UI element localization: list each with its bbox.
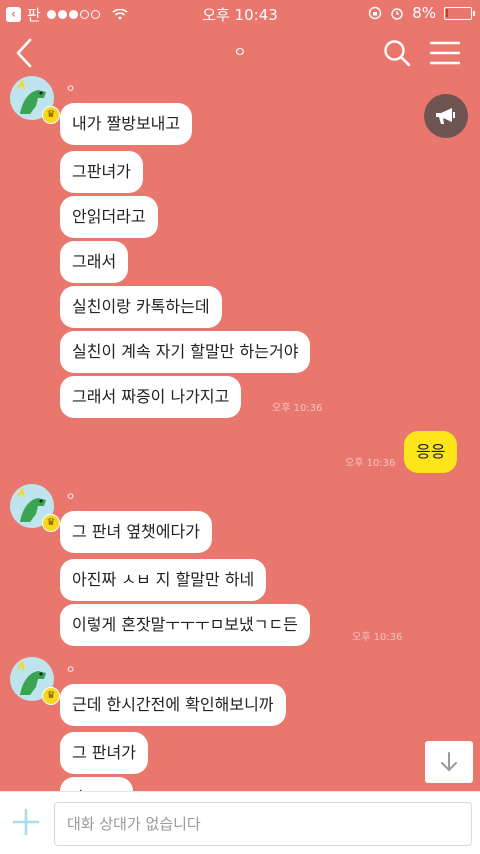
message-bubble[interactable]: 그래서 짜증이 나가지고 [60, 376, 242, 418]
message-bubble[interactable]: 내가 짤방보내고 [60, 103, 193, 145]
my-message-bubble[interactable]: 응응 [404, 431, 458, 473]
message-bubble[interactable]: 아진짜 ㅅㅂ 지 할말만 하네 [60, 559, 267, 601]
message-time: 오후 10:36 [352, 632, 403, 643]
message-bubble[interactable]: 이렇게 혼잣말ㅜㅜㅜㅁ보냈ㄱㄷ든 [60, 604, 310, 646]
rotation-lock-icon [369, 6, 382, 20]
crown-icon: ♛ [42, 687, 60, 705]
notice-button[interactable] [424, 94, 468, 138]
avatar[interactable]: ♛ [10, 484, 60, 532]
input-bar: 대화 상대가 없습니다 [0, 791, 480, 854]
status-right: 8% [368, 4, 475, 22]
search-icon[interactable] [382, 38, 412, 68]
message-bubble[interactable]: 실친이 계속 자기 할말만 하는거야 [60, 331, 311, 373]
message-bubble[interactable]: 그판녀가 [60, 151, 143, 193]
avatar[interactable]: ♛ [10, 657, 60, 705]
message-time: 오후 10:36 [345, 458, 396, 469]
message-bubble[interactable]: 안읽더라고 [60, 196, 158, 238]
crown-icon: ♛ [42, 106, 60, 124]
status-bar: ‹ 판 오후 10:43 8% [0, 0, 480, 26]
message-input[interactable]: 대화 상대가 없습니다 [54, 802, 472, 846]
message-bubble[interactable]: 실친이랑 카톡하는데 [60, 286, 222, 328]
message-time: 오후 10:36 [272, 403, 323, 414]
message-bubble[interactable]: 그래서 [60, 241, 129, 283]
arrow-down-icon [441, 752, 457, 771]
message-bubble[interactable]: 그 판녀가 [60, 732, 148, 774]
sender-name: ㅇ [66, 665, 76, 676]
battery-percent: 8% [412, 4, 436, 22]
plus-icon[interactable] [10, 806, 42, 838]
battery-icon [444, 6, 475, 20]
hamburger-icon[interactable] [430, 40, 460, 66]
sender-name: ㅇ [66, 492, 76, 503]
chat-header: ㅇ [0, 26, 480, 80]
message-bubble[interactable]: 그 판녀 옆챗에다가 [60, 511, 212, 553]
message-bubble[interactable]: 근데 한시간전에 확인해보니까 [60, 684, 286, 726]
crown-icon: ♛ [42, 514, 60, 532]
scroll-to-bottom-button[interactable] [425, 741, 473, 783]
alarm-icon [391, 8, 403, 20]
megaphone-icon [436, 108, 455, 124]
avatar[interactable]: ♛ [10, 76, 60, 124]
sender-name: ㅇ [66, 84, 76, 95]
